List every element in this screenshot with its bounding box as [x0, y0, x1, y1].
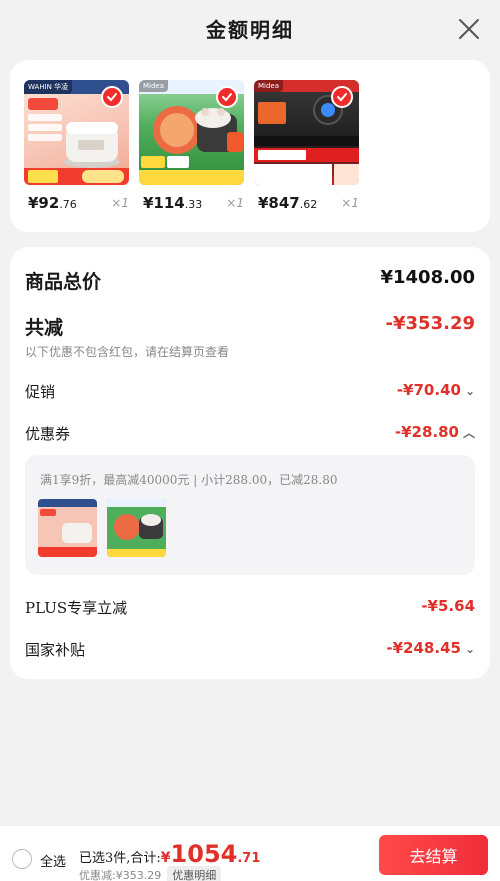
product-price: ¥847.62 — [258, 194, 318, 212]
check-icon — [107, 93, 117, 102]
subsidy-label: 国家补贴 — [25, 641, 86, 659]
plus-discount-value: -¥5.64 — [421, 597, 475, 615]
discount-amount-text: 优惠减:¥353.29 — [79, 869, 162, 881]
selected-check[interactable] — [101, 86, 123, 108]
brand-badge: Midea — [254, 80, 284, 92]
chevron-up-icon: ︿ — [462, 426, 475, 440]
total-amount: 1054 — [170, 840, 238, 868]
product-price: ¥92.76 — [28, 194, 77, 212]
coupon-product-image-rice-cooker — [38, 499, 97, 557]
check-icon — [222, 93, 232, 102]
product-price: ¥114.33 — [143, 194, 203, 212]
product-qty: ×1 — [341, 196, 359, 210]
total-discount-row: 共减 -¥353.29 — [25, 313, 475, 341]
checkout-button[interactable]: 去结算 — [379, 835, 488, 875]
goods-total-row: 商品总价 ¥1408.00 — [25, 267, 475, 295]
coupon-detail-box: 满1享9折，最高减40000元 | 小计288.00，已减28.80 — [25, 455, 475, 575]
subsidy-value: -¥248.45 — [386, 639, 461, 657]
chevron-down-icon: ⌄ — [464, 642, 475, 656]
selected-check[interactable] — [216, 86, 238, 108]
brand-badge: Midea — [139, 80, 169, 92]
plus-discount-label: PLUS专享立减 — [25, 599, 128, 617]
product-item[interactable]: Midea ¥847.62 ×1 — [254, 80, 359, 216]
product-qty: ×1 — [111, 196, 129, 210]
promo-label: 促销 — [25, 383, 56, 401]
check-icon — [337, 93, 347, 102]
discount-detail-button[interactable]: 优惠明细 — [167, 866, 222, 881]
product-image-gas-stove: Midea — [254, 80, 359, 185]
select-all-label[interactable]: 全选 — [40, 851, 66, 870]
product-image-rice-cooker: WAHIN 华凌 — [24, 80, 129, 185]
discount-note: 以下优惠不包含红包，请在结算页查看 — [25, 345, 230, 359]
promo-row[interactable]: 促销 -¥70.40 ⌄ — [25, 381, 475, 403]
total-line: 已选3件,合计:¥1054.71 — [79, 840, 261, 868]
promo-value: -¥70.40 — [396, 381, 461, 399]
coupon-row[interactable]: 优惠券 -¥28.80 ︿ — [25, 423, 475, 445]
plus-discount-row: PLUS专享立减 -¥5.64 — [25, 597, 475, 619]
price-summary-card: 商品总价 ¥1408.00 共减 -¥353.29 以下优惠不包含红包，请在结算… — [10, 247, 490, 679]
coupon-value: -¥28.80 — [394, 423, 459, 441]
chevron-down-icon: ⌄ — [464, 384, 475, 398]
amount-detail-page: 金额明细 WAHIN 华凌 ¥92.76 ×1 Midea ¥114.33 ×1… — [0, 0, 500, 881]
close-button[interactable] — [456, 16, 482, 42]
page-title: 金额明细 — [206, 18, 294, 42]
header: 金额明细 — [0, 0, 500, 60]
coupon-label: 优惠券 — [25, 425, 71, 443]
coupon-description: 满1享9折，最高减40000元 | 小计288.00，已减28.80 — [40, 473, 338, 487]
selected-check[interactable] — [331, 86, 353, 108]
product-item[interactable]: WAHIN 华凌 ¥92.76 ×1 — [24, 80, 129, 216]
selected-count-text: 已选3件,合计: — [79, 851, 161, 866]
close-icon — [459, 19, 479, 39]
product-image-electric-hotpot: Midea — [139, 80, 244, 185]
total-discount-value: -¥353.29 — [385, 313, 475, 334]
product-qty: ×1 — [226, 196, 244, 210]
product-item[interactable]: Midea ¥114.33 ×1 — [139, 80, 244, 216]
total-discount-label: 共减 — [25, 317, 64, 339]
subsidy-row[interactable]: 国家补贴 -¥248.45 ⌄ — [25, 639, 475, 661]
coupon-product-image-electric-hotpot — [107, 499, 166, 557]
products-card: WAHIN 华凌 ¥92.76 ×1 Midea ¥114.33 ×1 Mide… — [10, 60, 490, 232]
select-all-radio[interactable] — [12, 849, 32, 869]
brand-badge: WAHIN 华凌 — [24, 80, 73, 94]
goods-total-label: 商品总价 — [25, 271, 102, 293]
discount-line: 优惠减:¥353.29 优惠明细 — [79, 866, 222, 881]
checkout-bar: 全选 已选3件,合计:¥1054.71 优惠减:¥353.29 优惠明细 去结算 — [0, 825, 500, 881]
goods-total-value: ¥1408.00 — [380, 267, 475, 288]
